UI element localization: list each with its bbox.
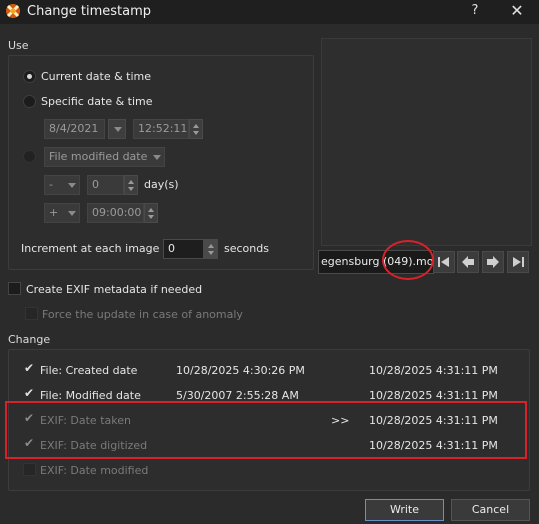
sign-select-1-value: - (49, 178, 53, 191)
current-datetime-radio[interactable] (23, 70, 36, 83)
increment-label: Increment at each image by (21, 242, 177, 255)
last-arrow-icon (513, 257, 524, 267)
created-date-check-icon[interactable]: ✔ (23, 362, 35, 374)
change-row-label: EXIF: Date modified (40, 464, 149, 477)
use-section-label: Use (8, 39, 29, 52)
close-button[interactable]: ✕ (508, 1, 526, 20)
change-row-label: File: Created date (40, 364, 138, 377)
sign-select-2-value: + (49, 206, 59, 219)
specific-datetime-label[interactable]: Specific date & time (41, 95, 153, 108)
last-file-button[interactable] (507, 251, 529, 273)
help-button[interactable]: ? (468, 3, 482, 18)
highlight-oval (382, 240, 434, 280)
specific-time-stepper[interactable] (189, 119, 203, 139)
specific-datetime-radio[interactable] (23, 95, 36, 108)
days-stepper[interactable] (124, 175, 138, 195)
days-label: day(s) (144, 178, 179, 191)
left-arrow-icon (462, 256, 474, 268)
offset-time-stepper[interactable] (144, 203, 158, 223)
force-update-label[interactable]: Force the update in case of anomaly (42, 308, 243, 321)
days-field[interactable]: 0 (87, 175, 124, 195)
sign-select-2[interactable]: + (44, 203, 80, 223)
file-modified-radio[interactable] (23, 150, 36, 163)
force-update-checkbox[interactable] (25, 307, 38, 320)
increment-unit-label: seconds (224, 242, 269, 255)
date-source-select[interactable]: File modified date (44, 147, 165, 167)
previous-file-button[interactable] (457, 251, 479, 273)
modified-date-check-icon[interactable]: ✔ (23, 387, 35, 399)
date-source-value: File modified date (49, 150, 148, 163)
change-section-label: Change (8, 333, 51, 346)
specific-time-field[interactable]: 12:52:11 (133, 119, 189, 139)
cancel-button[interactable]: Cancel (451, 499, 530, 521)
change-row-new: 10/28/2025 4:31:11 PM (369, 364, 498, 377)
create-exif-label[interactable]: Create EXIF metadata if needed (26, 283, 202, 296)
next-file-button[interactable] (482, 251, 504, 273)
date-picker-dropdown[interactable] (108, 119, 126, 139)
create-exif-checkbox[interactable] (8, 282, 21, 295)
increment-stepper[interactable] (204, 239, 218, 259)
current-datetime-label[interactable]: Current date & time (41, 70, 151, 83)
highlight-rectangle (5, 401, 527, 459)
specific-date-field[interactable]: 8/4/2021 (44, 119, 105, 139)
image-preview (321, 38, 532, 246)
first-file-button[interactable] (433, 251, 455, 273)
change-row-current: 10/28/2025 4:30:26 PM (176, 364, 305, 377)
increment-field[interactable]: 0 (163, 239, 204, 259)
window-title: Change timestamp (27, 4, 152, 19)
sign-select-1[interactable]: - (44, 175, 80, 195)
first-arrow-icon (438, 257, 449, 267)
write-button[interactable]: Write (365, 499, 444, 521)
offset-time-field[interactable]: 09:00:00 (87, 203, 144, 223)
right-arrow-icon (487, 256, 499, 268)
date-modified-checkbox[interactable] (23, 463, 36, 476)
app-logo-icon (5, 3, 21, 19)
